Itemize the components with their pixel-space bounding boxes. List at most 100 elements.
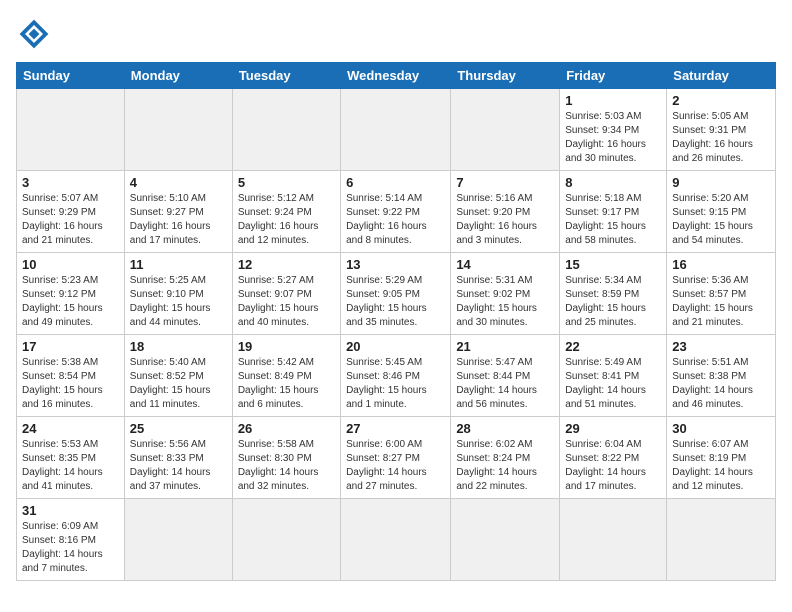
day-cell: 15Sunrise: 5:34 AM Sunset: 8:59 PM Dayli…: [560, 253, 667, 335]
day-number: 30: [672, 421, 770, 436]
day-number: 13: [346, 257, 445, 272]
day-info: Sunrise: 5:03 AM Sunset: 9:34 PM Dayligh…: [565, 110, 661, 166]
day-info: Sunrise: 5:58 AM Sunset: 8:30 PM Dayligh…: [238, 438, 335, 494]
day-number: 29: [565, 421, 661, 436]
day-number: 2: [672, 93, 770, 108]
day-number: 14: [456, 257, 554, 272]
day-cell: [124, 499, 232, 581]
day-cell: [17, 89, 125, 171]
day-cell: 10 Sunrise: 5:23 AM Sunset: 9:12 PM Dayli…: [17, 253, 125, 335]
day-info: Sunrise: 6:02 AM Sunset: 8:24 PM Dayligh…: [456, 438, 554, 494]
day-cell: 13 Sunrise: 5:29 AM Sunset: 9:05 PM Dayli…: [341, 253, 451, 335]
day-info: Sunrise: 5:10 AM Sunset: 9:27 PM Dayligh…: [130, 192, 227, 248]
day-cell: 4 Sunrise: 5:10 AM Sunset: 9:27 PM Daylig…: [124, 171, 232, 253]
day-number: 20: [346, 339, 445, 354]
day-number: 25: [130, 421, 227, 436]
day-cell: [560, 499, 667, 581]
day-number: 7: [456, 175, 554, 190]
day-cell: 27 Sunrise: 6:00 AM Sunset: 8:27 PM Dayli…: [341, 417, 451, 499]
day-number: 17: [22, 339, 119, 354]
day-cell: 8 Sunrise: 5:18 AM Sunset: 9:17 PM Daylig…: [560, 171, 667, 253]
day-cell: [341, 499, 451, 581]
day-number: 8: [565, 175, 661, 190]
day-cell: 20 Sunrise: 5:45 AM Sunset: 8:46 PM Dayli…: [341, 335, 451, 417]
day-number: 27: [346, 421, 445, 436]
day-cell: [451, 499, 560, 581]
day-number: 16: [672, 257, 770, 272]
day-cell: 21 Sunrise: 5:47 AM Sunset: 8:44 PM Dayli…: [451, 335, 560, 417]
day-cell: [451, 89, 560, 171]
day-number: 21: [456, 339, 554, 354]
day-info: Sunrise: 5:20 AM Sunset: 9:15 PM Dayligh…: [672, 192, 770, 248]
day-info: Sunrise: 5:47 AM Sunset: 8:44 PM Dayligh…: [456, 356, 554, 412]
week-row-4: 24Sunrise: 5:53 AM Sunset: 8:35 PM Dayli…: [17, 417, 776, 499]
day-number: 1: [565, 93, 661, 108]
day-cell: 5 Sunrise: 5:12 AM Sunset: 9:24 PM Daylig…: [232, 171, 340, 253]
day-cell: 6Sunrise: 5:14 AM Sunset: 9:22 PM Daylig…: [341, 171, 451, 253]
day-cell: 31Sunrise: 6:09 AM Sunset: 8:16 PM Dayli…: [17, 499, 125, 581]
day-cell: 25 Sunrise: 5:56 AM Sunset: 8:33 PM Dayli…: [124, 417, 232, 499]
day-cell: [232, 89, 340, 171]
day-info: Sunrise: 5:45 AM Sunset: 8:46 PM Dayligh…: [346, 356, 445, 412]
day-number: 10: [22, 257, 119, 272]
weekday-header-row: SundayMondayTuesdayWednesdayThursdayFrid…: [17, 63, 776, 89]
weekday-header-thursday: Thursday: [451, 63, 560, 89]
day-number: 23: [672, 339, 770, 354]
day-info: Sunrise: 5:38 AM Sunset: 8:54 PM Dayligh…: [22, 356, 119, 412]
weekday-header-saturday: Saturday: [667, 63, 776, 89]
day-info: Sunrise: 5:14 AM Sunset: 9:22 PM Dayligh…: [346, 192, 445, 248]
day-number: 26: [238, 421, 335, 436]
day-cell: 7Sunrise: 5:16 AM Sunset: 9:20 PM Daylig…: [451, 171, 560, 253]
day-info: Sunrise: 5:23 AM Sunset: 9:12 PM Dayligh…: [22, 274, 119, 330]
day-info: Sunrise: 5:29 AM Sunset: 9:05 PM Dayligh…: [346, 274, 445, 330]
weekday-header-friday: Friday: [560, 63, 667, 89]
day-cell: [341, 89, 451, 171]
day-number: 31: [22, 503, 119, 518]
day-cell: 17 Sunrise: 5:38 AM Sunset: 8:54 PM Dayli…: [17, 335, 125, 417]
day-number: 19: [238, 339, 335, 354]
day-cell: 18Sunrise: 5:40 AM Sunset: 8:52 PM Dayli…: [124, 335, 232, 417]
day-number: 28: [456, 421, 554, 436]
day-cell: 3Sunrise: 5:07 AM Sunset: 9:29 PM Daylig…: [17, 171, 125, 253]
day-info: Sunrise: 5:31 AM Sunset: 9:02 PM Dayligh…: [456, 274, 554, 330]
day-cell: 14 Sunrise: 5:31 AM Sunset: 9:02 PM Dayli…: [451, 253, 560, 335]
day-info: Sunrise: 5:51 AM Sunset: 8:38 PM Dayligh…: [672, 356, 770, 412]
week-row-1: 3Sunrise: 5:07 AM Sunset: 9:29 PM Daylig…: [17, 171, 776, 253]
day-info: Sunrise: 5:49 AM Sunset: 8:41 PM Dayligh…: [565, 356, 661, 412]
day-cell: 30Sunrise: 6:07 AM Sunset: 8:19 PM Dayli…: [667, 417, 776, 499]
day-info: Sunrise: 5:34 AM Sunset: 8:59 PM Dayligh…: [565, 274, 661, 330]
day-info: Sunrise: 5:18 AM Sunset: 9:17 PM Dayligh…: [565, 192, 661, 248]
day-number: 9: [672, 175, 770, 190]
day-number: 12: [238, 257, 335, 272]
day-info: Sunrise: 5:56 AM Sunset: 8:33 PM Dayligh…: [130, 438, 227, 494]
day-info: Sunrise: 6:00 AM Sunset: 8:27 PM Dayligh…: [346, 438, 445, 494]
week-row-2: 10 Sunrise: 5:23 AM Sunset: 9:12 PM Dayli…: [17, 253, 776, 335]
weekday-header-sunday: Sunday: [17, 63, 125, 89]
day-cell: 29 Sunrise: 6:04 AM Sunset: 8:22 PM Dayli…: [560, 417, 667, 499]
calendar: SundayMondayTuesdayWednesdayThursdayFrid…: [16, 62, 776, 581]
week-row-5: 31Sunrise: 6:09 AM Sunset: 8:16 PM Dayli…: [17, 499, 776, 581]
day-cell: 16 Sunrise: 5:36 AM Sunset: 8:57 PM Dayli…: [667, 253, 776, 335]
week-row-0: 1 Sunrise: 5:03 AM Sunset: 9:34 PM Daylig…: [17, 89, 776, 171]
day-info: Sunrise: 6:04 AM Sunset: 8:22 PM Dayligh…: [565, 438, 661, 494]
weekday-header-wednesday: Wednesday: [341, 63, 451, 89]
day-cell: 1 Sunrise: 5:03 AM Sunset: 9:34 PM Daylig…: [560, 89, 667, 171]
day-cell: 23 Sunrise: 5:51 AM Sunset: 8:38 PM Dayli…: [667, 335, 776, 417]
weekday-header-tuesday: Tuesday: [232, 63, 340, 89]
day-cell: [124, 89, 232, 171]
page: SundayMondayTuesdayWednesdayThursdayFrid…: [0, 0, 792, 612]
day-info: Sunrise: 5:12 AM Sunset: 9:24 PM Dayligh…: [238, 192, 335, 248]
day-number: 11: [130, 257, 227, 272]
day-cell: 26 Sunrise: 5:58 AM Sunset: 8:30 PM Dayli…: [232, 417, 340, 499]
day-cell: [232, 499, 340, 581]
day-number: 4: [130, 175, 227, 190]
day-cell: [667, 499, 776, 581]
day-info: Sunrise: 5:36 AM Sunset: 8:57 PM Dayligh…: [672, 274, 770, 330]
day-info: Sunrise: 5:53 AM Sunset: 8:35 PM Dayligh…: [22, 438, 119, 494]
day-number: 3: [22, 175, 119, 190]
day-cell: 12Sunrise: 5:27 AM Sunset: 9:07 PM Dayli…: [232, 253, 340, 335]
weekday-header-monday: Monday: [124, 63, 232, 89]
header: [16, 16, 776, 52]
day-info: Sunrise: 5:25 AM Sunset: 9:10 PM Dayligh…: [130, 274, 227, 330]
day-number: 5: [238, 175, 335, 190]
